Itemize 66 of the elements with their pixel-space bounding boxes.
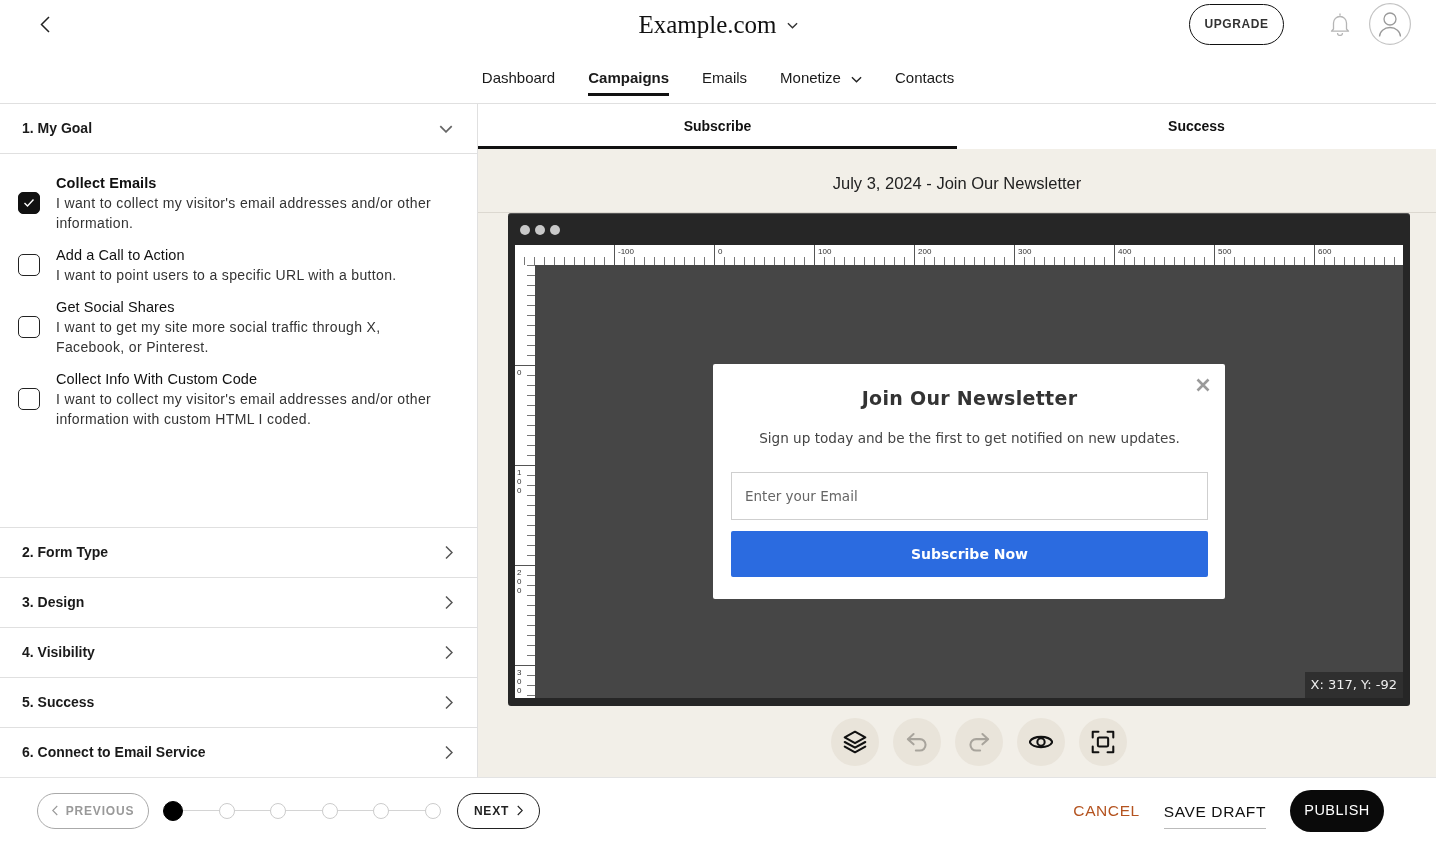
window-dot-icon (550, 224, 560, 235)
subscribe-button[interactable]: Subscribe Now (731, 531, 1208, 577)
redo-icon (967, 730, 991, 754)
ruler-label: 300 (517, 669, 523, 696)
chevron-right-icon (445, 695, 453, 710)
option-description: I want to point users to a specific URL with a button. (56, 266, 397, 285)
ruler-label: 0 (517, 369, 523, 378)
ruler-label: 100 (818, 247, 832, 256)
next-button[interactable]: NEXT (457, 792, 540, 829)
window-dot-icon (520, 224, 530, 235)
ruler-label: 300 (1018, 247, 1032, 256)
nav-tab[interactable]: Dashboard (481, 69, 556, 96)
step-dot-icon[interactable] (163, 800, 183, 821)
check-icon (23, 198, 35, 208)
window-dot-icon (535, 224, 545, 235)
nav-tab[interactable]: Contacts (894, 69, 955, 96)
option-title: Collect Info With Custom Code (56, 370, 259, 389)
avatar-icon[interactable] (1369, 3, 1411, 45)
option-title: Add a Call to Action (56, 246, 186, 265)
popup-heading: Join Our Newsletter (859, 386, 1079, 411)
ruler-label: 600 (1318, 247, 1332, 256)
option-description: I want to collect my visitor's email addresses and/or other information. (56, 194, 433, 233)
chevron-left-icon (51, 805, 58, 816)
nav-tab[interactable]: Campaigns (588, 69, 670, 96)
popup-text: Sign up today and be the first to get notified on new updates. (758, 429, 1181, 448)
ruler-label: 100 (517, 469, 523, 496)
chevron-right-icon (517, 805, 524, 816)
close-icon[interactable] (1196, 378, 1210, 392)
ruler-label: -100 (618, 247, 634, 256)
layers-icon (843, 730, 867, 754)
option-title: Get Social Shares (56, 298, 176, 317)
undo-icon (905, 730, 929, 754)
option-description: I want to collect my visitor's email addresses and/or other information with custom HTML I coded. (56, 390, 433, 429)
ruler-label: 0 (718, 247, 723, 256)
checkbox[interactable] (18, 316, 40, 338)
coordinates-readout: X: 317, Y: -92 (1304, 672, 1403, 698)
chevron-down-icon (850, 76, 862, 83)
chevron-down-icon (786, 21, 798, 29)
ruler-label: 200 (918, 247, 932, 256)
upgrade-button[interactable]: UPGRADE (1189, 3, 1284, 45)
fit-screen-button[interactable] (1079, 718, 1127, 766)
save-draft-button[interactable]: SAVE DRAFT (1163, 799, 1266, 830)
email-field[interactable]: Enter your Email (731, 472, 1208, 520)
ruler-label: 200 (517, 569, 523, 596)
fit-screen-icon (1091, 730, 1115, 754)
nav-tab[interactable]: Monetize (780, 69, 862, 96)
publish-button[interactable]: PUBLISH (1290, 789, 1384, 832)
layers-button[interactable] (831, 718, 879, 766)
ruler-label: 400 (1118, 247, 1132, 256)
chevron-right-icon (445, 545, 453, 560)
eye-button[interactable] (1017, 718, 1065, 766)
option-title: Collect Emails (56, 174, 158, 193)
checkbox[interactable] (18, 254, 40, 276)
option-description: I want to get my site more social traffic through X, Facebook, or Pinterest. (56, 318, 382, 357)
chevron-right-icon (445, 645, 453, 660)
checkbox[interactable] (18, 388, 40, 410)
bell-icon[interactable] (1329, 12, 1351, 36)
chevron-right-icon (445, 595, 453, 610)
ruler-label: 500 (1218, 247, 1232, 256)
chevron-down-icon (439, 124, 453, 133)
nav-tab[interactable]: Emails (702, 69, 748, 96)
chevron-right-icon (445, 745, 453, 760)
cancel-button[interactable]: CANCEL (1073, 798, 1140, 823)
checkbox[interactable] (18, 192, 40, 214)
site-switcher[interactable]: Example.com (638, 6, 798, 44)
chevron-left-icon (40, 15, 50, 33)
